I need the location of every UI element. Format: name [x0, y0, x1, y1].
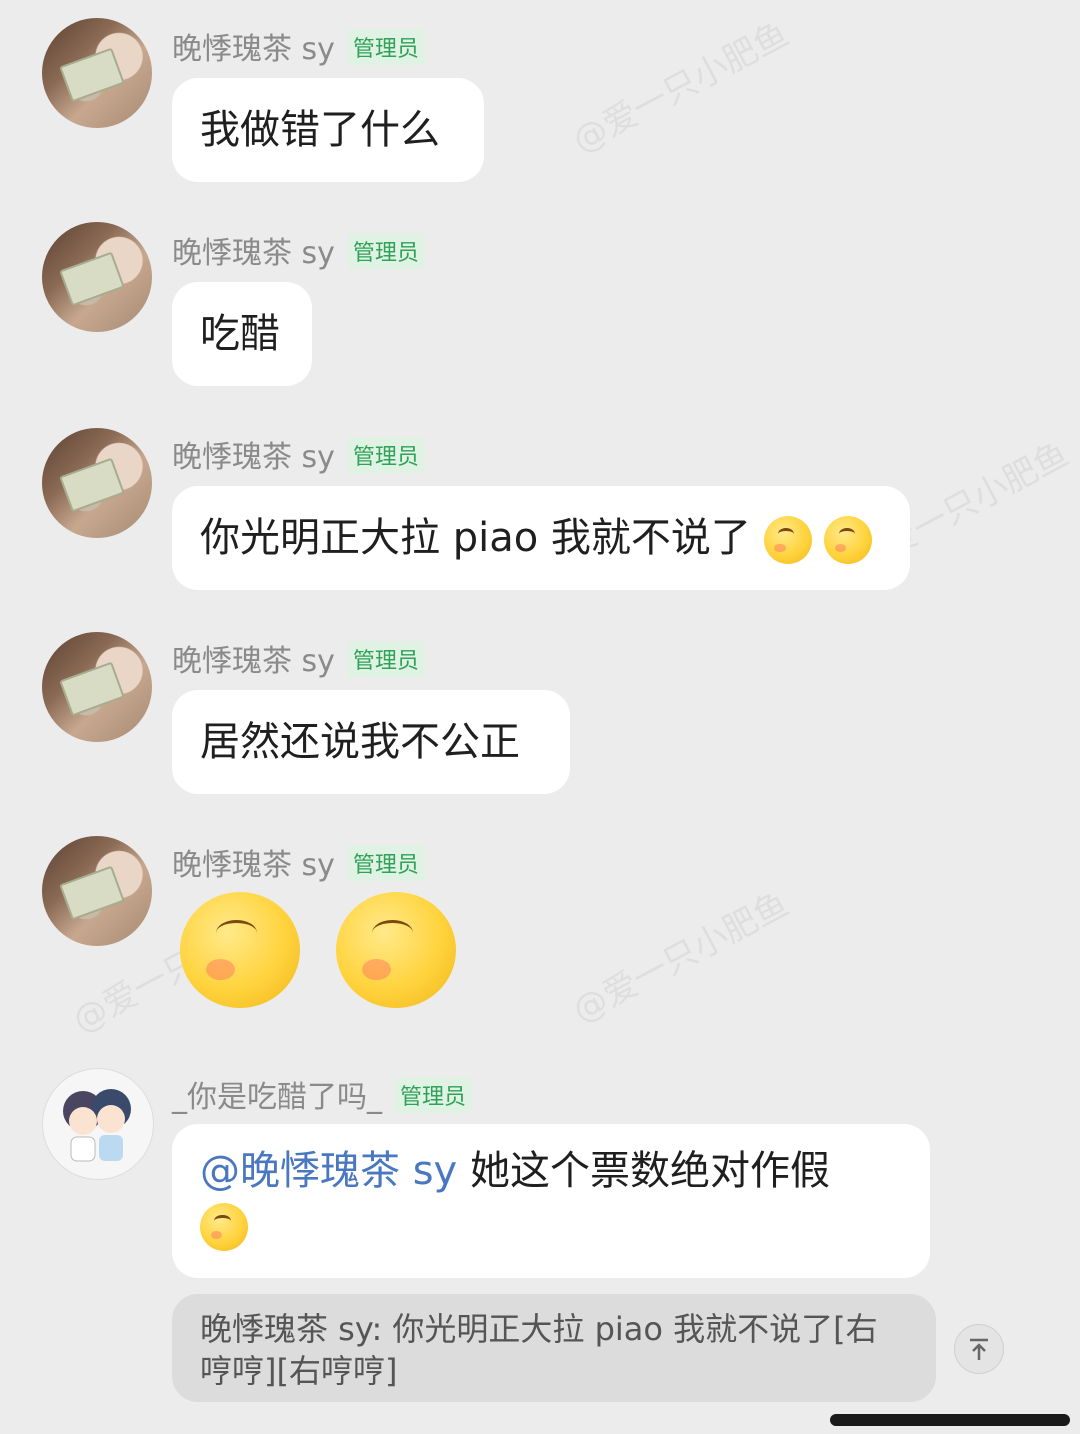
message-text: 你光明正大拉 piao 我就不说了 [200, 515, 751, 561]
admin-badge: 管理员 [346, 845, 425, 881]
message-bubble[interactable]: 我做错了什么 [172, 78, 484, 182]
avatar[interactable] [42, 1068, 154, 1180]
admin-badge: 管理员 [346, 641, 425, 677]
hum-emoji-icon [824, 516, 873, 564]
mention-link[interactable]: @晚悸瑰茶 sy [200, 1148, 457, 1194]
avatar[interactable] [42, 836, 152, 946]
hum-emoji-icon [763, 516, 812, 564]
message-bubble[interactable]: @晚悸瑰茶 sy 她这个票数绝对作假 [172, 1124, 930, 1278]
avatar[interactable] [42, 18, 152, 128]
message-bubble[interactable]: 居然还说我不公正 [172, 690, 570, 794]
scroll-to-top-button[interactable] [954, 1324, 1004, 1374]
admin-badge: 管理员 [346, 29, 425, 65]
quoted-text: 晚悸瑰茶 sy: 你光明正大拉 piao 我就不说了[右哼哼][右哼哼] [200, 1310, 878, 1390]
avatar[interactable] [42, 632, 152, 742]
admin-badge: 管理员 [346, 233, 425, 269]
message-bubble[interactable]: 你光明正大拉 piao 我就不说了 [172, 486, 910, 590]
sender-name: 晚悸瑰茶 sy 管理员 [172, 840, 425, 884]
message-text: 吃醋 [200, 311, 280, 357]
arrow-up-to-top-icon [970, 1338, 988, 1360]
hum-emoji-icon [200, 1203, 248, 1251]
avatar[interactable] [42, 428, 152, 538]
sender-name: 晚悸瑰茶 sy 管理员 [172, 228, 425, 272]
message-text: 她这个票数绝对作假 [469, 1148, 830, 1194]
watermark: @爱一只小肥鱼 [566, 884, 796, 1032]
sender-name: 晚悸瑰茶 sy 管理员 [172, 24, 425, 68]
quoted-message[interactable]: 晚悸瑰茶 sy: 你光明正大拉 piao 我就不说了[右哼哼][右哼哼] [172, 1294, 936, 1402]
hum-sticker-icon[interactable] [180, 892, 300, 1008]
sender-name: 晚悸瑰茶 sy 管理员 [172, 636, 425, 680]
avatar[interactable] [42, 222, 152, 332]
message-text: 居然还说我不公正 [200, 719, 520, 765]
message-text: 我做错了什么 [200, 107, 440, 153]
message-bubble[interactable]: 吃醋 [172, 282, 312, 386]
watermark: @爱一只小肥鱼 [566, 14, 796, 162]
home-indicator[interactable] [830, 1414, 1070, 1426]
admin-badge: 管理员 [394, 1077, 473, 1113]
sender-name: 晚悸瑰茶 sy 管理员 [172, 432, 425, 476]
admin-badge: 管理员 [346, 437, 425, 473]
sender-name: _你是吃醋了吗_ 管理员 [172, 1072, 473, 1116]
hum-sticker-icon[interactable] [336, 892, 456, 1008]
